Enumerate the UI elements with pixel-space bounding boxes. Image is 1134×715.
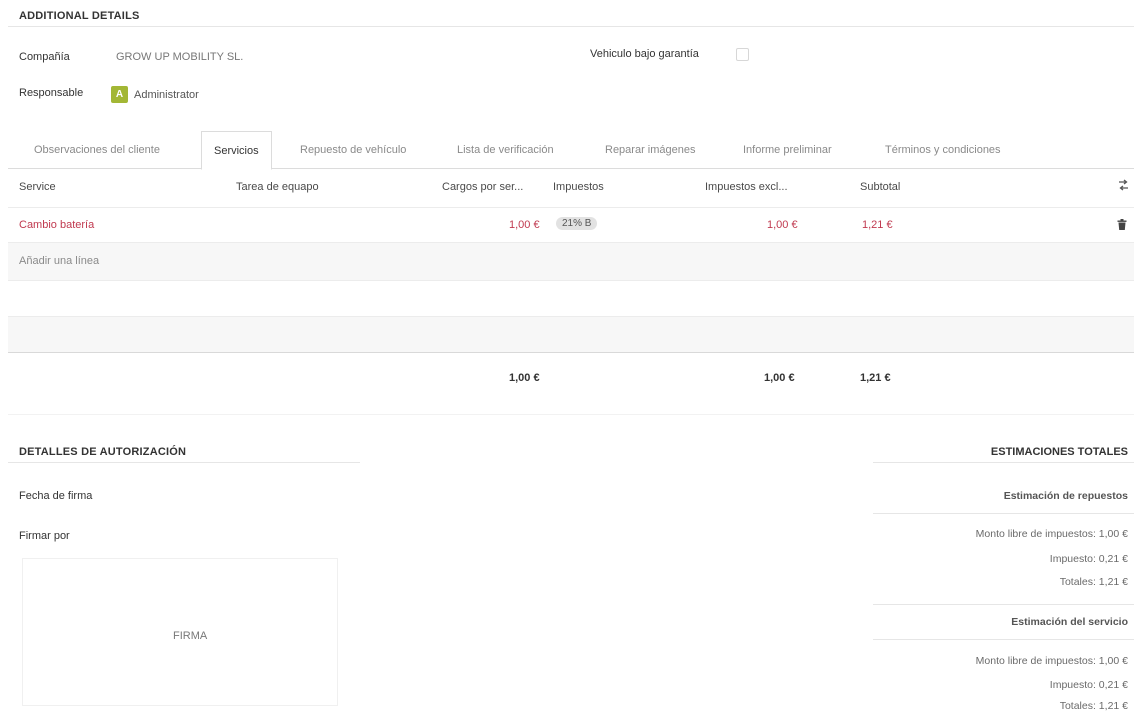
section-divider (8, 26, 1134, 27)
tab-reparar-imagenes[interactable]: Reparar imágenes (605, 131, 696, 169)
tax-badge[interactable]: 21% B (556, 217, 598, 230)
total-subtotal: 1,21 € (860, 372, 891, 384)
tab-informe-preliminar[interactable]: Informe preliminar (743, 131, 832, 169)
signed-by-label: Firmar por (19, 530, 70, 542)
tab-repuesto[interactable]: Repuesto de vehículo (300, 131, 406, 169)
company-label: Compañía (19, 51, 70, 63)
signature-placeholder: FIRMA (173, 630, 208, 642)
service-cell[interactable]: Cambio batería (19, 219, 94, 231)
tab-terminos[interactable]: Términos y condiciones (885, 131, 1001, 169)
service-untaxed: Monto libre de impuestos: 1,00 € (975, 655, 1128, 667)
section-divider (873, 462, 1134, 463)
add-line-row (8, 243, 1134, 280)
tab-bar: Observaciones del cliente Servicios Repu… (8, 131, 1134, 170)
section-divider (8, 462, 360, 463)
tab-observaciones[interactable]: Observaciones del cliente (34, 131, 160, 169)
total-charges: 1,00 € (509, 372, 540, 384)
add-line-link[interactable]: Añadir una línea (19, 255, 99, 267)
total-taxes-excl: 1,00 € (764, 372, 795, 384)
estimations-title: ESTIMACIONES TOTALES (990, 446, 1128, 458)
charges-cell[interactable]: 1,00 € (509, 219, 540, 231)
signature-date-label: Fecha de firma (19, 490, 93, 502)
parts-total: Totales: 1,21 € (1059, 576, 1128, 588)
column-header-taxes-excl[interactable]: Impuestos excl... (705, 181, 788, 193)
authorization-title: DETALLES DE AUTORIZACIÓN (19, 446, 187, 458)
empty-row (8, 317, 1134, 352)
responsible-label: Responsable (19, 87, 84, 99)
section-divider (873, 639, 1134, 640)
table-bottom-divider (8, 414, 1134, 415)
footer-divider (8, 352, 1134, 353)
additional-details-title: ADDITIONAL DETAILS (19, 10, 140, 22)
column-header-service[interactable]: Service (19, 181, 56, 193)
parts-estimate-title: Estimación de repuestos (1003, 490, 1128, 502)
section-divider (873, 604, 1134, 605)
warranty-checkbox[interactable] (736, 48, 749, 61)
tab-lista-verificacion[interactable]: Lista de verificación (457, 131, 554, 169)
taxes-excl-cell: 1,00 € (767, 219, 798, 231)
tab-servicios[interactable]: Servicios (201, 131, 272, 170)
service-estimate-title: Estimación del servicio (1011, 616, 1128, 628)
subtotal-cell: 1,21 € (862, 219, 893, 231)
row-divider (8, 280, 1134, 281)
parts-untaxed: Monto libre de impuestos: 1,00 € (975, 528, 1128, 540)
column-header-taxes[interactable]: Impuestos (553, 181, 604, 193)
column-header-task[interactable]: Tarea de equapo (236, 181, 319, 193)
section-divider (873, 513, 1134, 514)
column-header-charges[interactable]: Cargos por ser... (442, 181, 523, 193)
column-settings-icon[interactable] (1118, 179, 1129, 194)
responsible-field[interactable]: Administrator (134, 89, 199, 101)
avatar: A (111, 86, 128, 103)
trash-icon[interactable] (1117, 219, 1127, 233)
warranty-label: Vehiculo bajo garantía (590, 48, 699, 60)
service-tax: Impuesto: 0,21 € (1049, 679, 1128, 691)
column-header-subtotal[interactable]: Subtotal (860, 181, 900, 193)
parts-tax: Impuesto: 0,21 € (1049, 553, 1128, 565)
company-field[interactable]: GROW UP MOBILITY SL. (116, 51, 243, 63)
service-total: Totales: 1,21 € (1059, 700, 1128, 712)
